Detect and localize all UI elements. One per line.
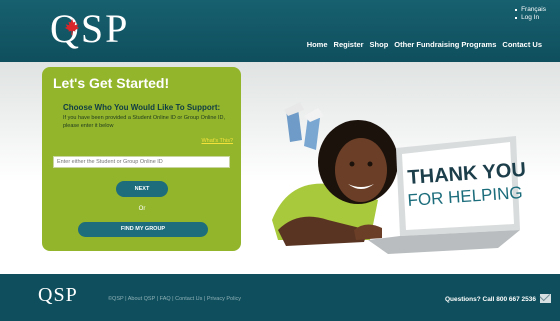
questions-phone: Questions? Call 800 667 2536 [444, 296, 536, 303]
get-started-panel: Let's Get Started! Choose Who You Would … [42, 67, 241, 251]
site-header: QSP Français Log In Home Register Shop O… [0, 0, 560, 62]
footer-spacer [0, 262, 560, 274]
footer-links[interactable]: ©QSP | About QSP | FAQ | Contact Us | Pr… [108, 296, 241, 302]
main-nav: Home Register Shop Other Fundraising Pro… [307, 40, 542, 49]
language-link[interactable]: Français [515, 6, 546, 14]
whats-this-link[interactable]: What's This? [201, 138, 233, 144]
nav-contact[interactable]: Contact Us [502, 40, 542, 49]
instruction-text: If you have been provided a Student Onli… [63, 115, 226, 129]
next-button[interactable]: NEXT [116, 181, 168, 197]
email-icon[interactable] [540, 294, 551, 303]
logo-text: QSP [50, 6, 130, 51]
panel-title: Let's Get Started! [53, 75, 170, 91]
or-separator: Or [138, 206, 146, 212]
hero-image: THANK YOU FOR HELPING [272, 102, 527, 254]
login-link[interactable]: Log In [515, 14, 546, 22]
nav-home[interactable]: Home [307, 40, 328, 49]
site-footer: QSP ©QSP | About QSP | FAQ | Contact Us … [0, 274, 560, 321]
choose-heading: Choose Who You Would Like To Support: [63, 103, 221, 112]
nav-shop[interactable]: Shop [370, 40, 389, 49]
find-my-group-button[interactable]: FIND MY GROUP [78, 222, 208, 237]
nav-other-fundraising[interactable]: Other Fundraising Programs [394, 40, 496, 49]
qsp-logo[interactable]: QSP [50, 6, 145, 52]
online-id-input[interactable] [53, 156, 230, 168]
utility-links: Français Log In [515, 6, 546, 22]
maple-leaf-icon [64, 18, 80, 36]
nav-register[interactable]: Register [334, 40, 364, 49]
footer-logo[interactable]: QSP [38, 284, 78, 307]
